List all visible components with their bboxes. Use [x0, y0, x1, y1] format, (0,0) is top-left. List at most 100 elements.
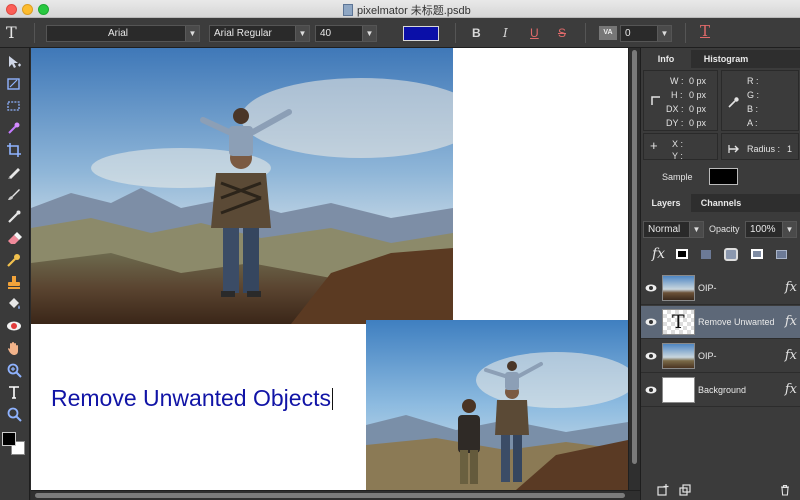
style-preset-shadow-icon[interactable]	[676, 249, 688, 259]
eraser-tool-icon[interactable]	[3, 228, 25, 248]
text-color-swatch[interactable]	[403, 26, 439, 41]
search-tool-icon[interactable]	[3, 404, 25, 424]
type-tool-icon[interactable]	[3, 382, 25, 402]
font-family-value: Arial	[107, 28, 128, 39]
hand-tool-icon[interactable]	[3, 338, 25, 358]
title-bar: pixelmator 未标题.psdb	[0, 0, 800, 18]
smudge-tool-icon[interactable]	[3, 206, 25, 226]
style-preset-inner-icon[interactable]	[751, 249, 763, 259]
layer-row[interactable]: T Remove Unwanted fx	[641, 306, 800, 339]
move-tool-icon[interactable]	[3, 52, 25, 72]
layer-fx-icon[interactable]: fx	[785, 280, 797, 295]
tab-info[interactable]: Info	[641, 50, 691, 68]
blend-mode-dropdown[interactable]: Normal ▼	[643, 221, 704, 238]
crosshair-icon: +	[650, 138, 658, 153]
font-size-dropdown[interactable]: 40 ▼	[315, 25, 377, 42]
dy-value: 0 px	[689, 118, 707, 128]
layer-thumbnail	[662, 377, 695, 403]
duplicate-layer-icon[interactable]	[679, 484, 691, 496]
radius-value: 1	[787, 144, 793, 154]
separator	[585, 23, 586, 43]
font-style-dropdown[interactable]: Arial Regular ▼	[209, 25, 310, 42]
italic-button[interactable]: I	[503, 26, 508, 40]
vertical-scrollbar[interactable]	[628, 48, 640, 490]
photo-layer-top	[31, 48, 453, 324]
canvas-text-layer[interactable]: Remove Unwanted Objects	[51, 385, 333, 412]
tools-palette	[0, 48, 30, 500]
pencil-tool-icon[interactable]	[3, 162, 25, 182]
layer-fx-icon[interactable]: fx	[785, 382, 797, 397]
tracking-value: 0	[625, 28, 631, 39]
maximize-window-button[interactable]	[38, 4, 49, 15]
tab-layers[interactable]: Layers	[641, 194, 691, 212]
tool-options-bar: T Arial ▼ Arial Regular ▼ 40 ▼ B I U S V…	[0, 18, 800, 48]
tab-channels[interactable]: Channels	[691, 194, 751, 212]
font-family-dropdown[interactable]: Arial ▼	[46, 25, 200, 42]
bold-button[interactable]: B	[472, 26, 481, 40]
blend-mode-value: Normal	[648, 224, 681, 235]
zoom-tool-icon[interactable]	[3, 360, 25, 380]
visibility-eye-icon[interactable]	[645, 317, 657, 327]
photo-layer-bottom	[366, 320, 628, 490]
stamp-tool-icon[interactable]	[3, 272, 25, 292]
style-preset-gradient-icon[interactable]	[776, 250, 787, 259]
close-window-button[interactable]	[6, 4, 17, 15]
font-style-value: Arial Regular	[214, 28, 272, 39]
document-canvas[interactable]: Remove Unwanted Objects	[31, 48, 628, 490]
dx-value: 0 px	[689, 104, 707, 114]
type-tool-indicator: T	[6, 23, 17, 42]
tracking-dropdown[interactable]: 0 ▼	[620, 25, 672, 42]
w-value: 0 px	[689, 76, 707, 86]
color-swatches[interactable]	[2, 432, 28, 458]
tracking-icon: VA	[599, 26, 617, 40]
red-eye-tool-icon[interactable]	[3, 316, 25, 336]
h-label: H :	[671, 90, 683, 100]
tab-histogram[interactable]: Histogram	[691, 50, 761, 68]
trash-icon[interactable]	[779, 484, 791, 496]
horizontal-scroll-thumb[interactable]	[35, 493, 625, 498]
style-preset-fill-icon[interactable]	[701, 250, 711, 259]
style-preset-stroke-icon[interactable]	[724, 248, 738, 261]
visibility-eye-icon[interactable]	[645, 351, 657, 361]
layer-name: Remove Unwanted	[698, 317, 775, 327]
new-layer-icon[interactable]	[657, 484, 669, 496]
sample-color-swatch[interactable]	[709, 168, 738, 185]
layer-name: OIP-	[698, 283, 717, 293]
marquee-tool-icon[interactable]	[3, 96, 25, 116]
strikethrough-button[interactable]: S	[558, 26, 566, 40]
transform-tool-icon[interactable]	[3, 74, 25, 94]
layer-fx-icon[interactable]: fx	[785, 348, 797, 363]
minimize-window-button[interactable]	[22, 4, 33, 15]
clear-formatting-button[interactable]: T	[700, 22, 710, 40]
separator	[34, 23, 35, 43]
layer-row[interactable]: OIP- fx	[641, 272, 800, 305]
magic-wand-tool-icon[interactable]	[3, 118, 25, 138]
layer-fx-icon[interactable]: fx	[785, 314, 797, 329]
h-value: 0 px	[689, 90, 707, 100]
layer-row[interactable]: OIP- fx	[641, 340, 800, 373]
visibility-eye-icon[interactable]	[645, 283, 657, 293]
layer-row[interactable]: Background fx	[641, 374, 800, 407]
corner-size-icon	[651, 96, 660, 105]
visibility-eye-icon[interactable]	[645, 385, 657, 395]
eyedropper-tool-icon[interactable]	[3, 250, 25, 270]
sample-label: Sample	[662, 172, 693, 182]
opacity-value: 100%	[750, 224, 776, 235]
horizontal-scrollbar[interactable]	[31, 490, 640, 500]
opacity-label: Opacity	[709, 224, 740, 234]
vertical-scroll-thumb[interactable]	[632, 50, 637, 464]
layers-tabs: Layers Channels	[641, 194, 800, 212]
foreground-color-swatch[interactable]	[2, 432, 16, 446]
paint-bucket-tool-icon[interactable]	[3, 294, 25, 314]
layer-effects-button[interactable]: fx	[652, 246, 665, 262]
underline-button[interactable]: U	[530, 26, 539, 40]
window-title: pixelmator 未标题.psdb	[343, 2, 471, 18]
crop-tool-icon[interactable]	[3, 140, 25, 160]
chevron-down-icon: ▼	[782, 222, 796, 237]
brush-tool-icon[interactable]	[3, 184, 25, 204]
opacity-dropdown[interactable]: 100% ▼	[745, 221, 797, 238]
chevron-down-icon: ▼	[295, 26, 309, 41]
eyedropper-icon	[728, 97, 739, 108]
chevron-down-icon: ▼	[362, 26, 376, 41]
layer-thumbnail	[662, 343, 695, 369]
